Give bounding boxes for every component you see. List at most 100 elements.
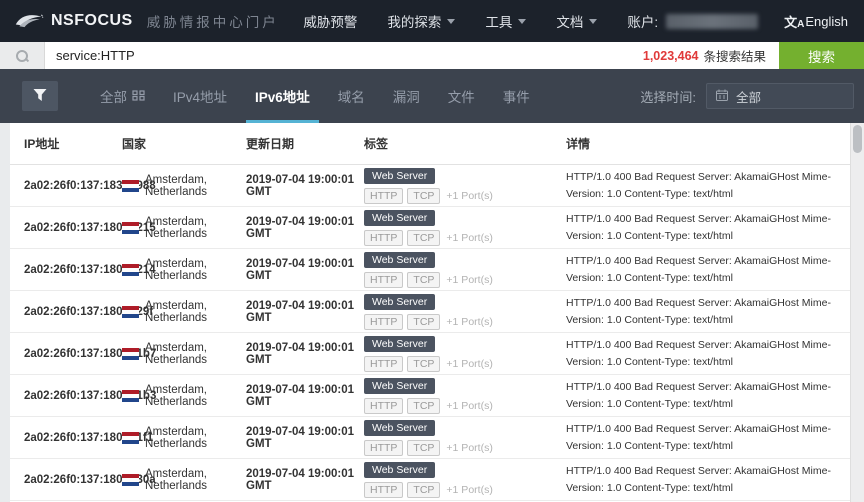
country-name: Amsterdam, Netherlands <box>145 468 246 492</box>
port-protocol-badge[interactable]: HTTP <box>364 440 403 456</box>
tags-cell: Web Server HTTP TCP +1 Port(s) <box>364 336 566 372</box>
account-label: 账户: <box>627 11 658 31</box>
results-count-number: 1,023,464 <box>643 49 699 63</box>
port-protocol-badge[interactable]: TCP <box>407 314 440 330</box>
tab-label: 文件 <box>448 86 475 106</box>
port-protocol-badge[interactable]: TCP <box>407 230 440 246</box>
vertical-scrollbar[interactable] <box>850 123 864 502</box>
port-protocol-badge[interactable]: TCP <box>407 440 440 456</box>
port-protocol-badge[interactable]: HTTP <box>364 314 403 330</box>
port-protocol-badge[interactable]: TCP <box>407 482 440 498</box>
tab-label: 全部 <box>100 86 127 106</box>
details-text: HTTP/1.0 400 Bad Request Server: AkamaiG… <box>566 379 850 412</box>
update-date: 2019-07-04 19:00:01 GMT <box>246 426 364 450</box>
tag-badge[interactable]: Web Server <box>364 420 435 436</box>
update-date: 2019-07-04 19:00:01 GMT <box>246 384 364 408</box>
tag-badge[interactable]: Web Server <box>364 294 435 310</box>
tag-badge[interactable]: Web Server <box>364 378 435 394</box>
tab[interactable]: IPv6地址 <box>241 69 324 123</box>
tab[interactable]: 域名 <box>324 69 379 123</box>
time-range-value: 全部 <box>736 87 761 106</box>
result-type-tabs: 全部 IPv4地址 IPv6地址 <box>86 69 544 123</box>
update-date: 2019-07-04 19:00:01 GMT <box>246 258 364 282</box>
scrollbar-thumb[interactable] <box>853 125 862 153</box>
details-text: HTTP/1.0 400 Bad Request Server: AkamaiG… <box>566 421 850 454</box>
table-header-row: IP地址 国家 更新日期 标签 详情 <box>10 123 850 165</box>
search-button[interactable]: 搜索 <box>779 42 864 69</box>
account[interactable]: 账户: <box>627 11 758 31</box>
navbar-item[interactable]: 威胁预警 <box>303 11 357 31</box>
filter-bar: 全部 IPv4地址 IPv6地址 <box>0 69 864 123</box>
tab-label: 漏洞 <box>393 86 420 106</box>
time-filter-label: 选择时间: <box>640 87 696 106</box>
tab[interactable]: 全部 <box>86 69 159 123</box>
port-protocol-badge[interactable]: HTTP <box>364 272 403 288</box>
port-protocol-badge[interactable]: HTTP <box>364 398 403 414</box>
details-text: HTTP/1.0 400 Bad Request Server: AkamaiG… <box>566 211 850 244</box>
country-cell: Amsterdam, Netherlands <box>122 342 246 366</box>
netherlands-flag-icon <box>122 390 139 402</box>
ip-address-link[interactable]: 2a02:26f0:137:180::9214 <box>24 264 122 276</box>
netherlands-flag-icon <box>122 348 139 360</box>
port-protocol-badge[interactable]: TCP <box>407 398 440 414</box>
ip-address-link[interactable]: 2a02:26f0:137:180::9215 <box>24 222 122 234</box>
filter-funnel-button[interactable] <box>22 81 58 111</box>
table-body: 2a02:26f0:137:183::3988 Amsterdam, Nethe… <box>10 165 850 501</box>
tag-badge[interactable]: Web Server <box>364 462 435 478</box>
ip-address-link[interactable]: 2a02:26f0:137:183::3988 <box>24 180 122 192</box>
port-protocol-badge[interactable]: HTTP <box>364 188 403 204</box>
ip-address-link[interactable]: 2a02:26f0:137:180::930a <box>24 474 122 486</box>
country-cell: Amsterdam, Netherlands <box>122 426 246 450</box>
more-ports-label: +1 Port(s) <box>446 442 492 454</box>
country-cell: Amsterdam, Netherlands <box>122 216 246 240</box>
results-table: IP地址 国家 更新日期 标签 详情 2a02:26f0:137:183::39… <box>10 123 850 502</box>
tag-badge[interactable]: Web Server <box>364 210 435 226</box>
port-protocol-badge[interactable]: TCP <box>407 188 440 204</box>
chevron-down-icon <box>447 19 455 24</box>
tag-badge[interactable]: Web Server <box>364 252 435 268</box>
language-switch[interactable]: 文A English <box>784 12 848 31</box>
update-date: 2019-07-04 19:00:01 GMT <box>246 342 364 366</box>
navbar-item[interactable]: 文档 <box>556 11 597 31</box>
results-area: IP地址 国家 更新日期 标签 详情 2a02:26f0:137:183::39… <box>0 123 864 502</box>
tags-cell: Web Server HTTP TCP +1 Port(s) <box>364 378 566 414</box>
brand-subtitle: 威胁情报中心门户 <box>147 11 279 31</box>
search-input[interactable] <box>45 42 643 69</box>
tab[interactable]: 事件 <box>489 69 544 123</box>
tag-badge[interactable]: Web Server <box>364 336 435 352</box>
tags-cell: Web Server HTTP TCP +1 Port(s) <box>364 210 566 246</box>
top-navbar: NSFOCUS 威胁情报中心门户 威胁预警 我的探索 工具 文档 <box>0 0 864 42</box>
ip-address-link[interactable]: 2a02:26f0:137:180::929f <box>24 306 122 318</box>
ip-address-link[interactable]: 2a02:26f0:137:180::91b3 <box>24 390 122 402</box>
ip-address-link[interactable]: 2a02:26f0:137:180::91f1 <box>24 432 122 444</box>
tag-badge[interactable]: Web Server <box>364 168 435 184</box>
navbar-item-label: 文档 <box>556 11 583 31</box>
update-date: 2019-07-04 19:00:01 GMT <box>246 300 364 324</box>
time-range-select[interactable]: 全部 <box>706 83 854 109</box>
more-ports-label: +1 Port(s) <box>446 400 492 412</box>
results-count-suffix: 条搜索结果 <box>703 46 766 65</box>
nsfocus-logo-icon <box>14 11 44 31</box>
tags-cell: Web Server HTTP TCP +1 Port(s) <box>364 420 566 456</box>
details-text: HTTP/1.0 400 Bad Request Server: AkamaiG… <box>566 463 850 496</box>
country-cell: Amsterdam, Netherlands <box>122 300 246 324</box>
tab-label: IPv6地址 <box>255 86 310 106</box>
ip-address-link[interactable]: 2a02:26f0:137:180::91b7 <box>24 348 122 360</box>
tags-cell: Web Server HTTP TCP +1 Port(s) <box>364 462 566 498</box>
tab[interactable]: 漏洞 <box>379 69 434 123</box>
port-protocol-badge[interactable]: HTTP <box>364 230 403 246</box>
netherlands-flag-icon <box>122 180 139 192</box>
port-protocol-badge[interactable]: HTTP <box>364 356 403 372</box>
netherlands-flag-icon <box>122 306 139 318</box>
port-protocol-badge[interactable]: TCP <box>407 356 440 372</box>
country-name: Amsterdam, Netherlands <box>145 258 246 282</box>
netherlands-flag-icon <box>122 474 139 486</box>
brand[interactable]: NSFOCUS 威胁情报中心门户 <box>14 11 279 31</box>
navbar-item[interactable]: 工具 <box>485 11 526 31</box>
port-protocol-badge[interactable]: HTTP <box>364 482 403 498</box>
navbar-item[interactable]: 我的探索 <box>387 11 455 31</box>
tab[interactable]: 文件 <box>434 69 489 123</box>
port-protocol-badge[interactable]: TCP <box>407 272 440 288</box>
country-cell: Amsterdam, Netherlands <box>122 258 246 282</box>
tab[interactable]: IPv4地址 <box>159 69 241 123</box>
